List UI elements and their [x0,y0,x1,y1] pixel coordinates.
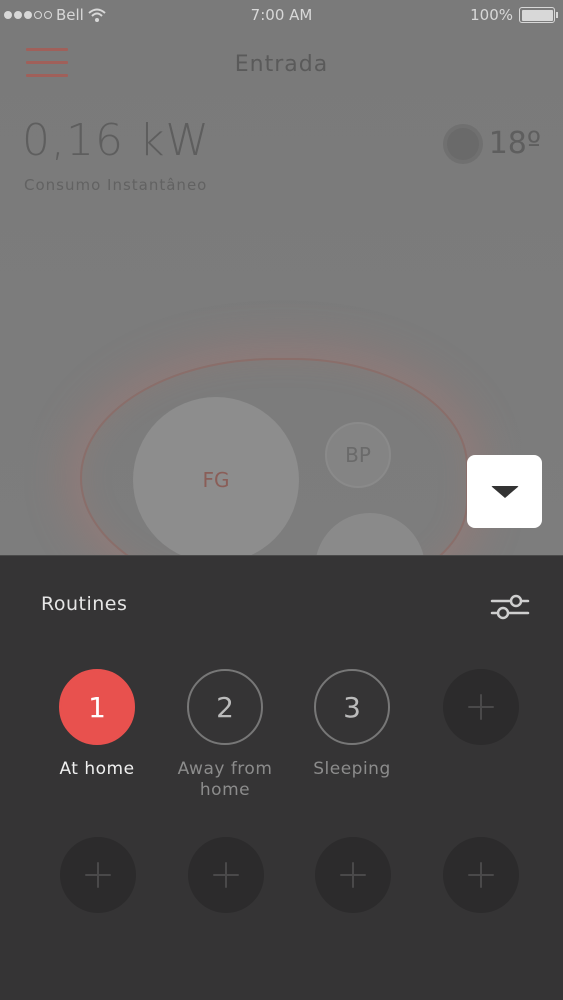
routine-number-badge[interactable]: 2 [187,669,263,745]
zone-bp-circle[interactable]: BP [325,422,391,488]
battery-percent: 100% [470,6,513,24]
add-routine-button[interactable] [443,837,519,913]
status-bar: Bell 7:00 AM 100% [0,0,563,32]
power-value: 0,16 kW [22,115,210,166]
plus-icon [85,862,111,888]
battery-fill [521,9,553,21]
plus-icon [468,862,494,888]
routine-number-badge[interactable]: 3 [314,669,390,745]
status-right: 100% [470,6,558,24]
collapse-panel-button[interactable] [467,455,542,528]
weather-widget: 18º [446,126,541,161]
routines-panel: Routines 1 At home 2 Away from home 3 Sl… [0,555,563,1000]
routine-label: Away from home [177,759,273,800]
plus-icon [468,694,494,720]
zone-fg-label: FG [202,468,230,492]
battery-icon [519,7,558,23]
add-routine-button[interactable] [188,837,264,913]
zone-bp-label: BP [345,443,371,467]
temperature-value: 18º [488,126,541,161]
routine-label: Sleeping [313,759,391,779]
caret-down-icon [490,485,519,498]
page-title: Entrada [234,52,329,77]
plus-icon [213,862,239,888]
panel-title: Routines [41,593,128,615]
sliders-icon[interactable] [490,593,530,621]
routine-sleeping[interactable]: 3 Sleeping [277,669,427,780]
add-routine-button[interactable] [60,837,136,913]
routine-number-badge[interactable]: 1 [59,669,135,745]
power-caption: Consumo Instantâneo [24,176,208,194]
sun-icon [446,127,479,160]
plus-icon [340,862,366,888]
add-routine-button[interactable] [315,837,391,913]
zone-fg-circle[interactable]: FG [133,397,299,563]
add-routine-button[interactable] [443,669,519,745]
